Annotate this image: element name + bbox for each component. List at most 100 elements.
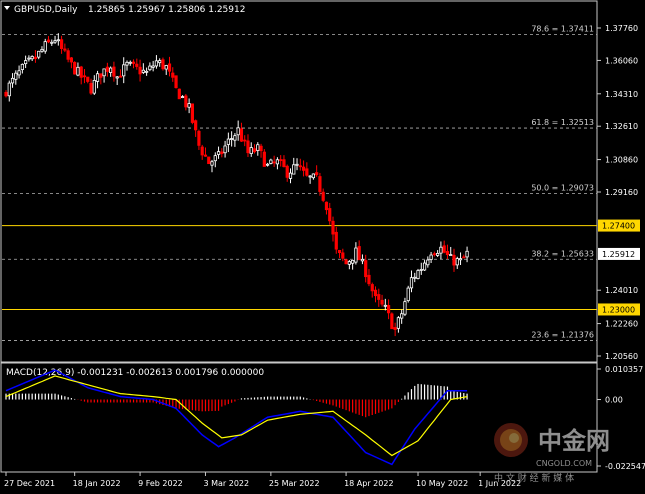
- candle-body: [347, 261, 351, 265]
- candle-body: [380, 299, 384, 305]
- price-tick-label: 1.32610: [605, 122, 638, 131]
- candle-body: [66, 50, 70, 60]
- candle-body: [92, 80, 96, 94]
- candle-body: [50, 41, 54, 44]
- candle-body: [341, 252, 345, 259]
- candle-body: [154, 60, 159, 67]
- candle: [207, 156, 211, 165]
- candle-body: [331, 220, 335, 235]
- candle-body: [187, 103, 191, 108]
- candle-body: [357, 246, 361, 261]
- candle-body: [20, 63, 24, 70]
- candle-body: [396, 317, 401, 329]
- candle-body: [301, 166, 306, 171]
- candle-body: [436, 253, 440, 256]
- fib-level-label: 61.8 = 1.32513: [531, 118, 594, 127]
- candle-body: [180, 96, 185, 98]
- candle: [406, 285, 410, 303]
- candle-body: [158, 60, 162, 64]
- candle-body: [125, 61, 129, 66]
- candle-body: [145, 70, 149, 73]
- price-tick-label: 1.22260: [605, 320, 638, 329]
- candle-body: [262, 151, 266, 167]
- candle-body: [167, 63, 172, 72]
- candle-body: [24, 60, 28, 65]
- candle-body: [328, 208, 332, 222]
- candle-body: [95, 73, 100, 82]
- candle-body: [99, 73, 103, 78]
- candle-body: [220, 151, 224, 154]
- candle-body: [334, 231, 338, 250]
- candle-body: [305, 168, 309, 176]
- candle-body: [233, 135, 237, 141]
- price-tick-label: 1.24010: [605, 286, 638, 295]
- candle-body: [426, 259, 430, 266]
- candle-body: [445, 251, 450, 256]
- fib-level-label: 38.2 = 1.25633: [531, 249, 594, 258]
- candle-body: [429, 254, 433, 260]
- candle: [190, 103, 194, 125]
- candle-body: [422, 262, 427, 271]
- candle-body: [216, 151, 221, 155]
- candle-body: [246, 140, 250, 154]
- price-tick-label: 1.29160: [605, 188, 638, 197]
- macd-label: MACD(12,26,9) -0.001231 -0.002613 0.0017…: [6, 368, 264, 378]
- candle-body: [292, 164, 296, 175]
- price-tick-label: 1.37760: [605, 24, 638, 33]
- candle-body: [413, 276, 417, 279]
- price-tick-label: 1.36060: [605, 56, 638, 65]
- watermark-brand: 中金网: [538, 427, 610, 455]
- time-tick-label: 18 Jan 2022: [73, 479, 121, 488]
- candle-body: [115, 76, 119, 79]
- candle-body: [269, 159, 273, 164]
- candle-body: [282, 159, 286, 168]
- macd-tick-label: 0.010357: [605, 365, 643, 374]
- candle-body: [239, 128, 244, 142]
- candle-body: [171, 72, 175, 78]
- candle-body: [458, 258, 463, 261]
- time-tick-label: 18 Apr 2022: [344, 479, 393, 488]
- candle-body: [465, 250, 469, 258]
- candle-body: [109, 67, 113, 73]
- candle-body: [56, 39, 60, 42]
- candle-body: [275, 159, 280, 165]
- candle-body: [364, 260, 368, 278]
- trading-chart[interactable]: 中金网 CNGOLD.COM 中 文 财 经 新 媒 体 GBPUSD,Dail…: [0, 0, 645, 494]
- candle-body: [122, 64, 126, 77]
- candle-body: [236, 127, 240, 136]
- candle: [177, 88, 181, 100]
- candle-body: [79, 66, 83, 78]
- candle-body: [184, 95, 188, 108]
- level-price-tag-label: 1.23000: [602, 305, 635, 314]
- candle-body: [252, 148, 257, 153]
- candle-body: [161, 59, 165, 70]
- candle-body: [373, 289, 378, 297]
- candle-body: [105, 66, 109, 72]
- candle-body: [449, 254, 453, 256]
- candle-body: [200, 146, 204, 156]
- candle-body: [452, 254, 456, 266]
- candle-body: [46, 39, 51, 43]
- candle-body: [318, 176, 322, 192]
- candle-body: [223, 145, 227, 154]
- candle-body: [213, 155, 217, 162]
- candle-body: [210, 161, 214, 166]
- candle-body: [190, 103, 194, 123]
- candle-body: [43, 41, 47, 52]
- candle-body: [230, 138, 234, 140]
- candle-body: [164, 65, 168, 70]
- candle-body: [59, 39, 64, 49]
- candle-body: [118, 75, 123, 78]
- candle: [73, 61, 77, 75]
- candle-body: [386, 305, 391, 314]
- candle-body: [311, 173, 315, 179]
- macd-tick-label: -0.022547: [605, 462, 645, 471]
- candle-body: [4, 91, 8, 97]
- chart-header: GBPUSD,Daily 1.25865 1.25967 1.25806 1.2…: [4, 5, 245, 15]
- candle-body: [226, 138, 230, 145]
- candle-body: [406, 287, 410, 302]
- candle-body: [76, 66, 80, 76]
- candle-body: [197, 130, 201, 146]
- candle-body: [207, 156, 211, 165]
- candle-body: [324, 201, 329, 211]
